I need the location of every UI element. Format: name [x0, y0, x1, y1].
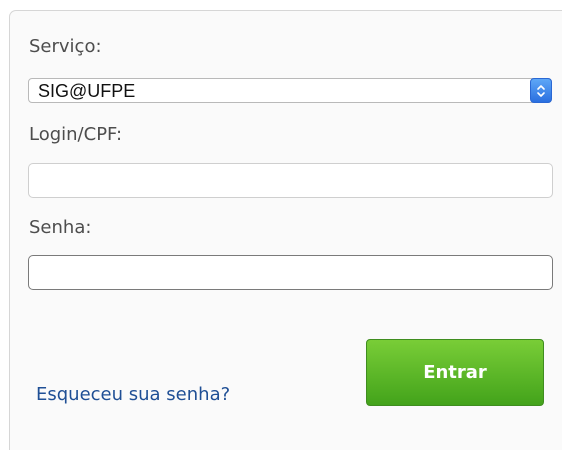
login-panel: Serviço: SIG@UFPE Login/CPF: Senha: Esqu…	[9, 10, 562, 450]
password-field[interactable]	[28, 255, 553, 290]
login-label: Login/CPF:	[29, 124, 123, 145]
password-label: Senha:	[29, 217, 92, 238]
forgot-password-link[interactable]: Esqueceu sua senha?	[36, 384, 230, 406]
service-label: Serviço:	[29, 36, 102, 57]
login-field[interactable]	[28, 163, 553, 198]
service-select[interactable]: SIG@UFPE	[28, 78, 552, 103]
submit-button[interactable]: Entrar	[366, 339, 544, 406]
service-select-value: SIG@UFPE	[38, 81, 136, 101]
updown-chevron-icon[interactable]	[530, 78, 552, 103]
